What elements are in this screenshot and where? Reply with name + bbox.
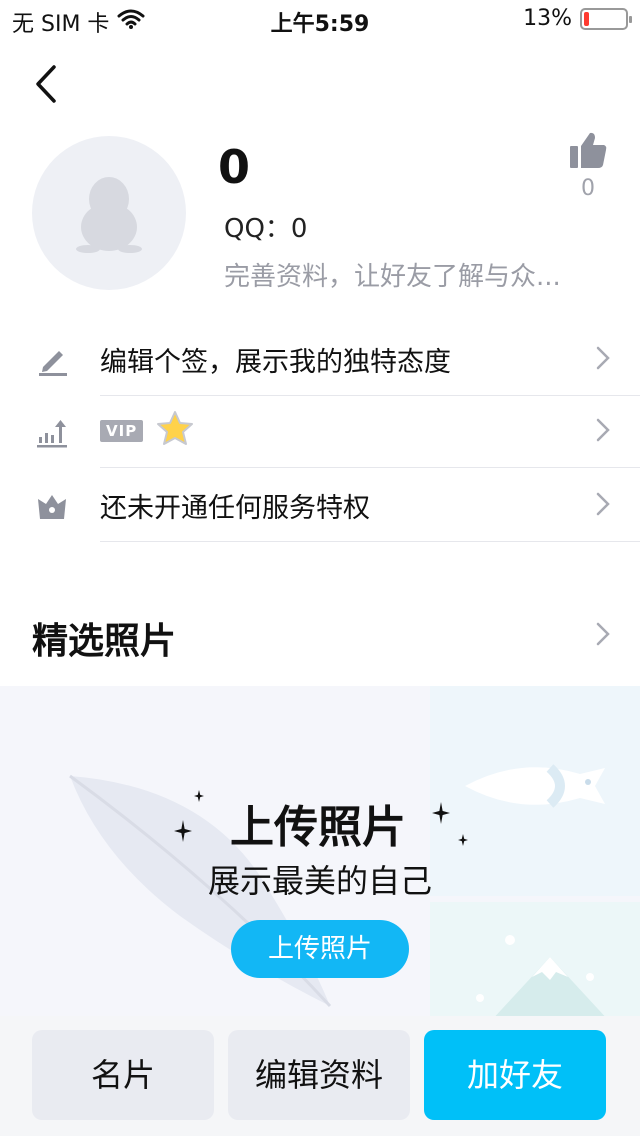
divider: [100, 541, 640, 542]
featured-photos-title[interactable]: 精选照片: [32, 612, 176, 664]
avatar[interactable]: [32, 136, 186, 290]
add-friend-button[interactable]: 加好友: [424, 1030, 606, 1120]
star-icon: [156, 410, 194, 452]
privilege-label: 还未开通任何服务特权: [100, 493, 370, 524]
upload-photos-subtitle: 展示最美的自己: [207, 862, 432, 900]
card-button[interactable]: 名片: [32, 1030, 214, 1120]
battery-icon: [580, 7, 632, 30]
photo-upload-panel: 上传照片 展示最美的自己 上传照片: [0, 686, 640, 1016]
level-row[interactable]: VIP: [0, 394, 640, 468]
edit-profile-button[interactable]: 编辑资料: [228, 1030, 410, 1120]
privilege-row[interactable]: 还未开通任何服务特权: [0, 468, 640, 542]
status-right: 13%: [523, 6, 632, 31]
chevron-right-icon: [596, 492, 610, 520]
chevron-right-icon: [596, 418, 610, 446]
chevron-left-icon: [36, 65, 56, 103]
signature-label: 编辑个签，展示我的独特态度: [100, 347, 451, 378]
upload-photos-title: 上传照片: [230, 802, 406, 853]
mountain-illustration: [476, 935, 605, 1016]
chevron-right-icon: [596, 346, 610, 374]
like-button[interactable]: 0: [560, 130, 616, 201]
back-button[interactable]: [24, 60, 68, 108]
thumbs-up-icon: [570, 132, 607, 168]
bottom-action-bar: 名片 编辑资料 加好友: [0, 1016, 640, 1136]
like-count: 0: [581, 176, 595, 201]
crown-icon: [32, 488, 72, 524]
chevron-right-icon[interactable]: [596, 622, 610, 650]
profile-bio[interactable]: 完善资料，让好友了解与众...: [224, 256, 604, 293]
qq-number: QQ：0: [224, 214, 308, 244]
upload-photos-button[interactable]: 上传照片: [231, 920, 409, 978]
battery-percent: 13%: [523, 6, 572, 31]
photo-placeholder: [430, 902, 640, 1016]
vip-badge: VIP: [100, 420, 144, 442]
status-bar: 无 SIM 卡 上午5:59 13%: [0, 0, 640, 40]
pencil-icon: [32, 342, 72, 378]
default-avatar-icon: [76, 177, 142, 253]
profile-name: 0: [218, 140, 251, 194]
battery-fill: [584, 11, 589, 26]
signature-row[interactable]: 编辑个签，展示我的独特态度: [0, 322, 640, 396]
level-chart-icon: [32, 414, 72, 450]
